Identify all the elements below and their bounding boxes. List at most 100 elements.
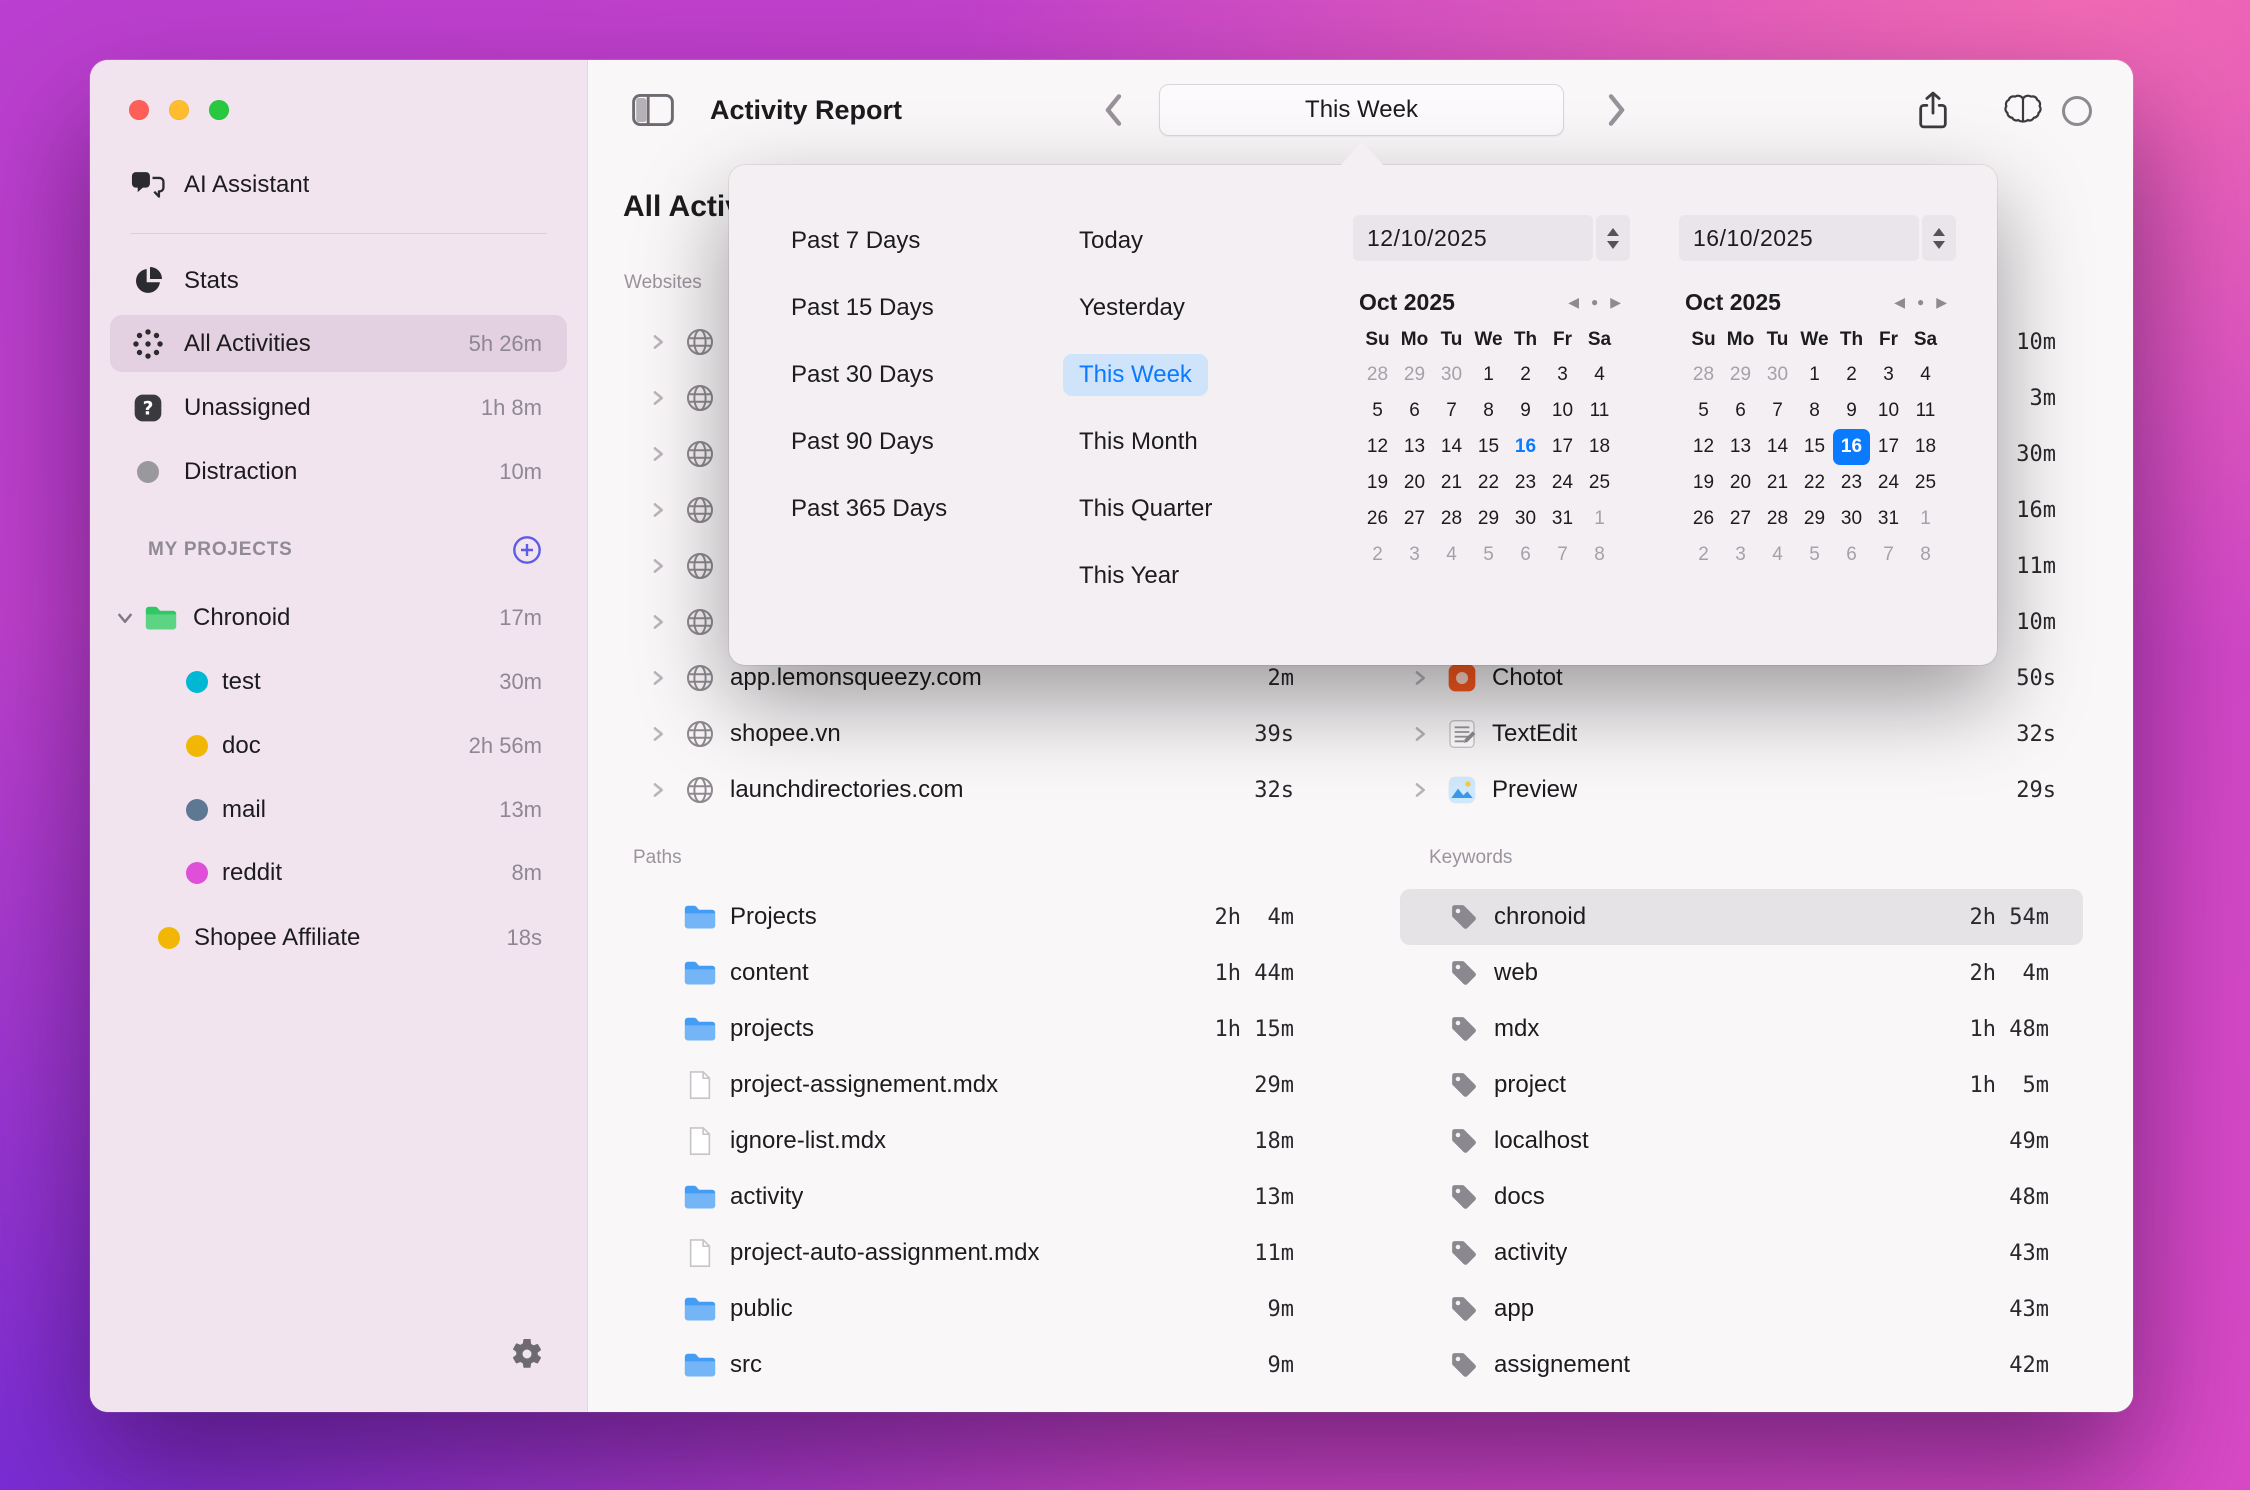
- close-window-button[interactable]: [129, 100, 149, 120]
- calendar-day[interactable]: 31: [1870, 501, 1907, 537]
- disclosure-chevron-icon[interactable]: [646, 388, 670, 408]
- disclosure-chevron-icon[interactable]: [646, 724, 670, 744]
- calendar-day[interactable]: 29: [1396, 357, 1433, 393]
- calendar-day[interactable]: 7: [1433, 393, 1470, 429]
- disclosure-chevron-icon[interactable]: [646, 332, 670, 352]
- calendar-day[interactable]: 2: [1685, 537, 1722, 573]
- path-row[interactable]: Projects2h 4m: [646, 889, 1294, 945]
- calendar-day[interactable]: 4: [1433, 537, 1470, 573]
- calendar-day[interactable]: 6: [1507, 537, 1544, 573]
- calendar-day[interactable]: 22: [1470, 465, 1507, 501]
- calendar-day[interactable]: 1: [1907, 501, 1944, 537]
- end-date-field[interactable]: 16/10/2025: [1679, 215, 1956, 261]
- calendar-day[interactable]: 23: [1507, 465, 1544, 501]
- calendar-day[interactable]: 21: [1759, 465, 1796, 501]
- calendar-day[interactable]: 2: [1833, 357, 1870, 393]
- calendar-day[interactable]: 13: [1396, 429, 1433, 465]
- path-row[interactable]: project-auto-assignment.mdx11m: [646, 1225, 1294, 1281]
- calendar-prev-button[interactable]: ◀: [1568, 294, 1579, 311]
- calendar-day[interactable]: 30: [1433, 357, 1470, 393]
- sidebar-item-all-activities[interactable]: All Activities 5h 26m: [110, 315, 567, 372]
- option-today[interactable]: Today: [1079, 207, 1212, 274]
- path-row[interactable]: public9m: [646, 1281, 1294, 1337]
- calendar-day[interactable]: 7: [1759, 393, 1796, 429]
- next-period-button[interactable]: [1606, 93, 1628, 132]
- calendar-day[interactable]: 30: [1833, 501, 1870, 537]
- path-row[interactable]: projects1h 15m: [646, 1001, 1294, 1057]
- calendar-day[interactable]: 12: [1685, 429, 1722, 465]
- keyword-row[interactable]: web2h 4m: [1400, 945, 2083, 1001]
- option-past-365-days[interactable]: Past 365 Days: [791, 475, 947, 542]
- website-row[interactable]: launchdirectories.com32s: [646, 762, 1294, 818]
- calendar-day[interactable]: 28: [1685, 357, 1722, 393]
- calendar-day[interactable]: 5: [1796, 537, 1833, 573]
- keyword-row[interactable]: project1h 5m: [1400, 1057, 2083, 1113]
- calendar-day[interactable]: 26: [1359, 501, 1396, 537]
- calendar-day[interactable]: 17: [1870, 429, 1907, 465]
- disclosure-chevron-icon[interactable]: [646, 444, 670, 464]
- option-yesterday[interactable]: Yesterday: [1079, 274, 1212, 341]
- disclosure-chevron-down-icon[interactable]: [115, 608, 135, 628]
- stepper-down-icon[interactable]: [1607, 241, 1619, 249]
- path-row[interactable]: activity13m: [646, 1169, 1294, 1225]
- keyword-row[interactable]: chronoid2h 54m: [1400, 889, 2083, 945]
- keyword-row[interactable]: app43m: [1400, 1281, 2083, 1337]
- calendar-day[interactable]: 10: [1544, 393, 1581, 429]
- calendar-day[interactable]: 3: [1870, 357, 1907, 393]
- keyword-row[interactable]: mdx1h 48m: [1400, 1001, 2083, 1057]
- calendar-day[interactable]: 13: [1722, 429, 1759, 465]
- calendar-day[interactable]: 4: [1759, 537, 1796, 573]
- calendar-day[interactable]: 31: [1544, 501, 1581, 537]
- calendar-day[interactable]: 26: [1685, 501, 1722, 537]
- sidebar-item-stats[interactable]: Stats: [110, 252, 567, 309]
- calendar-day[interactable]: 6: [1833, 537, 1870, 573]
- option-past-30-days[interactable]: Past 30 Days: [791, 341, 947, 408]
- disclosure-chevron-icon[interactable]: [646, 668, 670, 688]
- calendar-day[interactable]: 27: [1722, 501, 1759, 537]
- calendar-day[interactable]: 4: [1581, 357, 1618, 393]
- calendar-day[interactable]: 5: [1359, 393, 1396, 429]
- calendar-day[interactable]: 25: [1907, 465, 1944, 501]
- keyword-row[interactable]: activity43m: [1400, 1225, 2083, 1281]
- option-this-week[interactable]: This Week: [1079, 341, 1212, 408]
- calendar-prev-button[interactable]: ◀: [1894, 294, 1905, 311]
- calendar-day[interactable]: 12: [1359, 429, 1396, 465]
- calendar-day[interactable]: 9: [1507, 393, 1544, 429]
- calendar-day[interactable]: 15: [1470, 429, 1507, 465]
- disclosure-chevron-icon[interactable]: [1408, 780, 1432, 800]
- option-this-quarter[interactable]: This Quarter: [1079, 475, 1212, 542]
- calendar-day[interactable]: 25: [1581, 465, 1618, 501]
- calendar-day[interactable]: 20: [1722, 465, 1759, 501]
- calendar-day[interactable]: 28: [1433, 501, 1470, 537]
- sidebar-project-shopee-affiliate[interactable]: Shopee Affiliate 18s: [110, 909, 567, 966]
- calendar-day[interactable]: 29: [1796, 501, 1833, 537]
- share-button[interactable]: [1916, 90, 1950, 135]
- path-row[interactable]: project-assignement.mdx29m: [646, 1057, 1294, 1113]
- settings-button[interactable]: [509, 1336, 545, 1372]
- sidebar-project-mail[interactable]: mail 13m: [110, 781, 567, 838]
- calendar-day[interactable]: 24: [1870, 465, 1907, 501]
- calendar-day[interactable]: 2: [1359, 537, 1396, 573]
- option-past-7-days[interactable]: Past 7 Days: [791, 207, 947, 274]
- minimize-window-button[interactable]: [169, 100, 189, 120]
- add-project-button[interactable]: [511, 534, 543, 566]
- calendar-next-button[interactable]: ▶: [1610, 294, 1621, 311]
- disclosure-chevron-icon[interactable]: [646, 612, 670, 632]
- option-past-90-days[interactable]: Past 90 Days: [791, 408, 947, 475]
- calendar-day[interactable]: 11: [1581, 393, 1618, 429]
- disclosure-chevron-icon[interactable]: [1408, 668, 1432, 688]
- calendar-today-button[interactable]: ●: [1591, 295, 1598, 309]
- sidebar-item-distraction[interactable]: Distraction 10m: [110, 443, 567, 500]
- calendar-day[interactable]: 10: [1870, 393, 1907, 429]
- zoom-window-button[interactable]: [209, 100, 229, 120]
- path-row[interactable]: ignore-list.mdx18m: [646, 1113, 1294, 1169]
- calendar-day[interactable]: 2: [1507, 357, 1544, 393]
- calendar-day[interactable]: 3: [1722, 537, 1759, 573]
- website-row[interactable]: shopee.vn39s: [646, 706, 1294, 762]
- calendar-day[interactable]: 6: [1722, 393, 1759, 429]
- previous-period-button[interactable]: [1102, 93, 1124, 132]
- stepper-down-icon[interactable]: [1933, 241, 1945, 249]
- stepper-up-icon[interactable]: [1933, 228, 1945, 236]
- calendar-day[interactable]: 6: [1396, 393, 1433, 429]
- calendar-day[interactable]: 15: [1796, 429, 1833, 465]
